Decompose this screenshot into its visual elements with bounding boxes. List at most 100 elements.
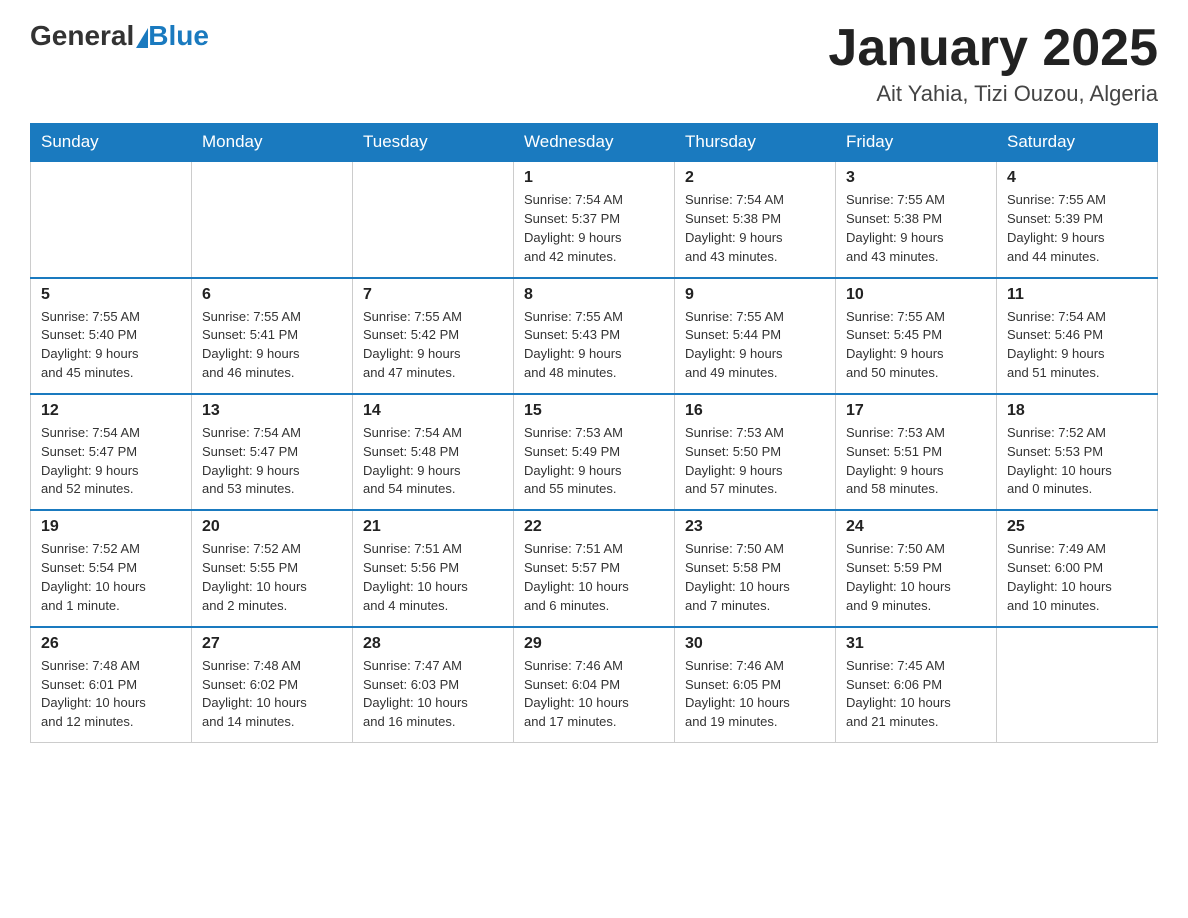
calendar-cell: 29Sunrise: 7:46 AMSunset: 6:04 PMDayligh… (514, 627, 675, 743)
day-number: 29 (524, 635, 664, 653)
calendar-cell (192, 161, 353, 277)
day-number: 11 (1007, 286, 1147, 304)
day-number: 14 (363, 402, 503, 420)
day-number: 15 (524, 402, 664, 420)
calendar-cell: 2Sunrise: 7:54 AMSunset: 5:38 PMDaylight… (675, 161, 836, 277)
page: General Blue January 2025 Ait Yahia, Tiz… (0, 0, 1188, 763)
day-number: 7 (363, 286, 503, 304)
day-info: Sunrise: 7:51 AMSunset: 5:56 PMDaylight:… (363, 540, 503, 615)
calendar-cell: 31Sunrise: 7:45 AMSunset: 6:06 PMDayligh… (836, 627, 997, 743)
calendar-cell: 21 Sunrise: 7:51 AMSunset: 5:56 PMDayligh… (353, 510, 514, 626)
day-number: 27 (202, 635, 342, 653)
day-number: 21 (363, 518, 503, 536)
day-info: Sunrise: 7:46 AMSunset: 6:05 PMDaylight:… (685, 657, 825, 732)
day-number: 4 (1007, 169, 1147, 187)
col-tuesday: Tuesday (353, 124, 514, 162)
location-title: Ait Yahia, Tizi Ouzou, Algeria (828, 81, 1158, 107)
week-row-2: 5 Sunrise: 7:55 AMSunset: 5:40 PMDaylight… (31, 278, 1158, 394)
day-number: 16 (685, 402, 825, 420)
day-info: Sunrise: 7:50 AMSunset: 5:59 PMDaylight:… (846, 540, 986, 615)
col-sunday: Sunday (31, 124, 192, 162)
day-number: 25 (1007, 518, 1147, 536)
calendar-cell: 11 Sunrise: 7:54 AMSunset: 5:46 PMDayligh… (997, 278, 1158, 394)
calendar-cell: 26Sunrise: 7:48 AMSunset: 6:01 PMDayligh… (31, 627, 192, 743)
calendar-cell (31, 161, 192, 277)
day-number: 19 (41, 518, 181, 536)
day-number: 31 (846, 635, 986, 653)
day-info: Sunrise: 7:52 AMSunset: 5:55 PMDaylight:… (202, 540, 342, 615)
calendar-cell: 25 Sunrise: 7:49 AMSunset: 6:00 PMDayligh… (997, 510, 1158, 626)
day-number: 5 (41, 286, 181, 304)
day-info: Sunrise: 7:53 AMSunset: 5:51 PMDaylight:… (846, 424, 986, 499)
day-info: Sunrise: 7:54 AMSunset: 5:37 PMDaylight:… (524, 191, 664, 266)
day-number: 24 (846, 518, 986, 536)
day-number: 28 (363, 635, 503, 653)
day-number: 23 (685, 518, 825, 536)
calendar-cell: 7 Sunrise: 7:55 AMSunset: 5:42 PMDaylight… (353, 278, 514, 394)
day-info: Sunrise: 7:55 AMSunset: 5:41 PMDaylight:… (202, 308, 342, 383)
header: General Blue January 2025 Ait Yahia, Tiz… (30, 20, 1158, 107)
calendar-cell: 24 Sunrise: 7:50 AMSunset: 5:59 PMDayligh… (836, 510, 997, 626)
day-info: Sunrise: 7:54 AMSunset: 5:47 PMDaylight:… (202, 424, 342, 499)
col-friday: Friday (836, 124, 997, 162)
calendar-cell: 23Sunrise: 7:50 AMSunset: 5:58 PMDayligh… (675, 510, 836, 626)
day-info: Sunrise: 7:55 AMSunset: 5:39 PMDaylight:… (1007, 191, 1147, 266)
day-number: 13 (202, 402, 342, 420)
day-number: 12 (41, 402, 181, 420)
day-number: 30 (685, 635, 825, 653)
calendar-cell: 17 Sunrise: 7:53 AMSunset: 5:51 PMDayligh… (836, 394, 997, 510)
week-row-4: 19 Sunrise: 7:52 AMSunset: 5:54 PMDayligh… (31, 510, 1158, 626)
day-number: 20 (202, 518, 342, 536)
calendar-header-row: Sunday Monday Tuesday Wednesday Thursday… (31, 124, 1158, 162)
day-number: 9 (685, 286, 825, 304)
calendar-cell: 20 Sunrise: 7:52 AMSunset: 5:55 PMDayligh… (192, 510, 353, 626)
calendar-table: Sunday Monday Tuesday Wednesday Thursday… (30, 123, 1158, 743)
calendar-cell: 6 Sunrise: 7:55 AMSunset: 5:41 PMDaylight… (192, 278, 353, 394)
day-info: Sunrise: 7:54 AMSunset: 5:46 PMDaylight:… (1007, 308, 1147, 383)
calendar-cell: 16 Sunrise: 7:53 AMSunset: 5:50 PMDayligh… (675, 394, 836, 510)
calendar-cell (353, 161, 514, 277)
day-number: 18 (1007, 402, 1147, 420)
day-info: Sunrise: 7:54 AMSunset: 5:47 PMDaylight:… (41, 424, 181, 499)
calendar-cell: 19 Sunrise: 7:52 AMSunset: 5:54 PMDayligh… (31, 510, 192, 626)
calendar-cell: 15Sunrise: 7:53 AMSunset: 5:49 PMDayligh… (514, 394, 675, 510)
col-monday: Monday (192, 124, 353, 162)
day-info: Sunrise: 7:47 AMSunset: 6:03 PMDaylight:… (363, 657, 503, 732)
week-row-1: 1 Sunrise: 7:54 AMSunset: 5:37 PMDaylight… (31, 161, 1158, 277)
day-number: 1 (524, 169, 664, 187)
calendar-cell: 1 Sunrise: 7:54 AMSunset: 5:37 PMDaylight… (514, 161, 675, 277)
day-number: 17 (846, 402, 986, 420)
day-number: 10 (846, 286, 986, 304)
day-info: Sunrise: 7:48 AMSunset: 6:02 PMDaylight:… (202, 657, 342, 732)
day-info: Sunrise: 7:52 AMSunset: 5:53 PMDaylight:… (1007, 424, 1147, 499)
week-row-5: 26Sunrise: 7:48 AMSunset: 6:01 PMDayligh… (31, 627, 1158, 743)
day-info: Sunrise: 7:52 AMSunset: 5:54 PMDaylight:… (41, 540, 181, 615)
day-info: Sunrise: 7:51 AMSunset: 5:57 PMDaylight:… (524, 540, 664, 615)
calendar-cell: 9 Sunrise: 7:55 AMSunset: 5:44 PMDaylight… (675, 278, 836, 394)
logo: General Blue (30, 20, 209, 52)
calendar-cell: 27 Sunrise: 7:48 AMSunset: 6:02 PMDayligh… (192, 627, 353, 743)
day-number: 22 (524, 518, 664, 536)
title-block: January 2025 Ait Yahia, Tizi Ouzou, Alge… (828, 20, 1158, 107)
day-info: Sunrise: 7:54 AMSunset: 5:48 PMDaylight:… (363, 424, 503, 499)
day-info: Sunrise: 7:53 AMSunset: 5:50 PMDaylight:… (685, 424, 825, 499)
col-saturday: Saturday (997, 124, 1158, 162)
calendar-cell: 18 Sunrise: 7:52 AMSunset: 5:53 PMDayligh… (997, 394, 1158, 510)
day-info: Sunrise: 7:55 AMSunset: 5:40 PMDaylight:… (41, 308, 181, 383)
day-info: Sunrise: 7:55 AMSunset: 5:44 PMDaylight:… (685, 308, 825, 383)
day-info: Sunrise: 7:55 AMSunset: 5:38 PMDaylight:… (846, 191, 986, 266)
day-number: 26 (41, 635, 181, 653)
calendar-cell: 5 Sunrise: 7:55 AMSunset: 5:40 PMDaylight… (31, 278, 192, 394)
calendar-cell: 13 Sunrise: 7:54 AMSunset: 5:47 PMDayligh… (192, 394, 353, 510)
day-info: Sunrise: 7:54 AMSunset: 5:38 PMDaylight:… (685, 191, 825, 266)
day-info: Sunrise: 7:49 AMSunset: 6:00 PMDaylight:… (1007, 540, 1147, 615)
col-wednesday: Wednesday (514, 124, 675, 162)
calendar-cell: 12 Sunrise: 7:54 AMSunset: 5:47 PMDayligh… (31, 394, 192, 510)
day-info: Sunrise: 7:55 AMSunset: 5:42 PMDaylight:… (363, 308, 503, 383)
calendar-cell: 4 Sunrise: 7:55 AMSunset: 5:39 PMDaylight… (997, 161, 1158, 277)
day-number: 6 (202, 286, 342, 304)
logo-triangle-icon (136, 28, 148, 48)
calendar-cell: 14 Sunrise: 7:54 AMSunset: 5:48 PMDayligh… (353, 394, 514, 510)
calendar-cell: 3Sunrise: 7:55 AMSunset: 5:38 PMDaylight… (836, 161, 997, 277)
calendar-cell: 28 Sunrise: 7:47 AMSunset: 6:03 PMDayligh… (353, 627, 514, 743)
